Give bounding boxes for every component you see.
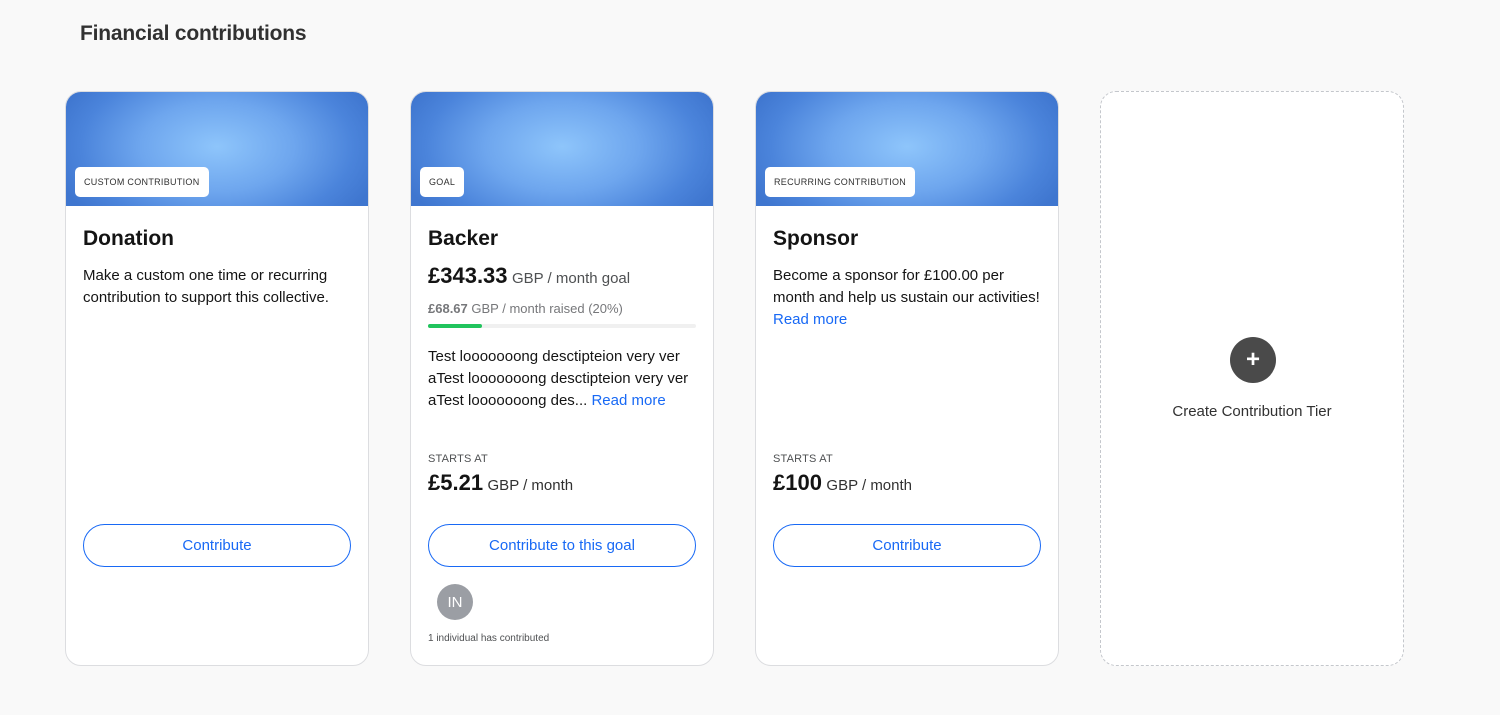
contributors-count: 1 individual has contributed	[428, 633, 550, 644]
tier-name: Sponsor	[773, 227, 859, 250]
tier-description: Make a custom one time or recurring cont…	[83, 267, 329, 306]
price-unit: GBP / month	[826, 477, 913, 494]
plus-icon[interactable]: +	[1230, 337, 1276, 383]
price-row: £100 GBP / month	[773, 470, 912, 496]
starts-at-label: STARTS AT	[773, 453, 833, 465]
price-unit: GBP / month	[487, 477, 574, 494]
tier-banner: GOAL	[411, 92, 713, 206]
tier-card-backer: GOAL Backer £343.33 GBP / month goal £68…	[410, 91, 714, 666]
raised-amount: £68.67	[428, 301, 468, 316]
raised-row: £68.67 GBP / month raised (20%)	[428, 301, 696, 316]
tier-name: Donation	[83, 227, 174, 250]
tier-card-donation: CUSTOM CONTRIBUTION Donation Make a cust…	[65, 91, 369, 666]
contribute-button[interactable]: Contribute	[773, 524, 1041, 567]
raised-unit: GBP / month raised (20%)	[471, 301, 623, 316]
contribute-to-goal-button[interactable]: Contribute to this goal	[428, 524, 696, 567]
section-title: Financial contributions	[80, 22, 307, 45]
price-amount: £100	[773, 470, 822, 495]
read-more-link[interactable]: Read more	[591, 392, 665, 409]
create-contribution-tier-card[interactable]: + Create Contribution Tier	[1100, 91, 1404, 666]
tier-card-sponsor: RECURRING CONTRIBUTION Sponsor Become a …	[755, 91, 1059, 666]
price-amount: £5.21	[428, 470, 484, 495]
tier-type-tag: CUSTOM CONTRIBUTION	[75, 167, 209, 197]
tier-name: Backer	[428, 227, 499, 250]
goal-unit: GBP / month goal	[511, 270, 631, 287]
tier-type-tag: GOAL	[420, 167, 465, 197]
contributor-avatar[interactable]: IN	[437, 584, 473, 620]
price-row: £5.21 GBP / month	[428, 470, 573, 496]
contribute-button[interactable]: Contribute	[83, 524, 351, 567]
starts-at-label: STARTS AT	[428, 453, 488, 465]
create-tier-label[interactable]: Create Contribution Tier	[1101, 403, 1403, 420]
tier-type-tag: RECURRING CONTRIBUTION	[765, 167, 916, 197]
tier-description-block: Become a sponsor for £100.00 per month a…	[773, 265, 1041, 331]
goal-amount-row: £343.33 GBP / month goal	[428, 263, 696, 289]
tier-description-block: Test looooooong desctipteion very ver aT…	[428, 346, 696, 412]
goal-progress-bar	[428, 324, 696, 328]
tier-banner: RECURRING CONTRIBUTION	[756, 92, 1058, 206]
tier-description: Become a sponsor for £100.00 per month a…	[773, 267, 1040, 306]
goal-amount: £343.33	[428, 263, 508, 288]
tier-banner: CUSTOM CONTRIBUTION	[66, 92, 368, 206]
read-more-link[interactable]: Read more	[773, 311, 847, 328]
goal-progress-fill	[428, 324, 482, 328]
